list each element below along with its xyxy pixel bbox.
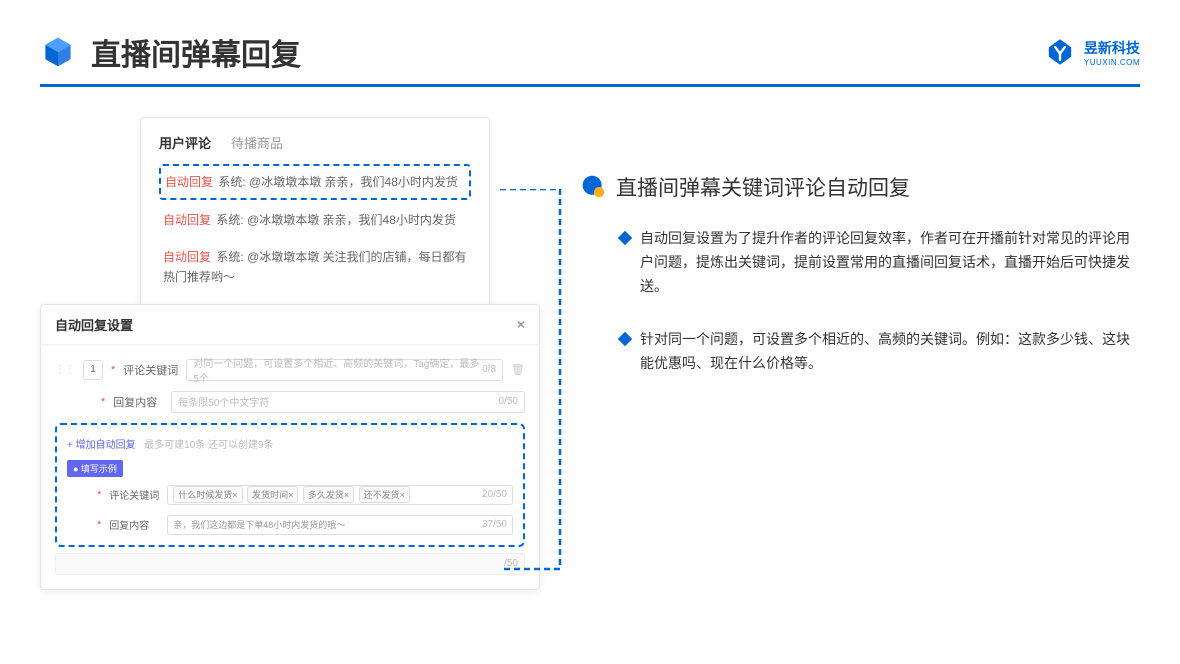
content-label: 回复内容 [113,394,163,410]
required-star: * [101,396,105,408]
drag-handle-icon[interactable]: ⋮⋮ [55,364,75,375]
char-counter: 0/50 [499,396,518,407]
bullet-item: 针对同一个问题，可设置多个相近的、高频的关键词。例如：这款多少钱、这块能优惠吗、… [580,328,1140,376]
page-header: 直播间弹幕回复 昱新科技 YUUXIN.COM [0,0,1180,84]
cube-icon [40,34,76,70]
tag-container: 什么时候发货× 发货时间× 多久发货× 还不发货× [173,486,412,503]
tab-user-comments[interactable]: 用户评论 [159,133,211,152]
example-keyword-row: * 评论关键词 什么时候发货× 发货时间× 多久发货× 还不发货× 20/50 [67,485,513,505]
keyword-tag[interactable]: 发货时间× [247,486,298,503]
diamond-icon [618,231,632,245]
char-counter: /50 [504,558,518,569]
page-title: 直播间弹幕回复 [91,30,301,74]
example-badge: ● 填写示例 [67,460,123,477]
dialog-title: 自动回复设置 [55,315,133,334]
keyword-tag[interactable]: 多久发货× [303,486,354,503]
ex-content-input[interactable]: 亲，我们这边都是下单48小时内发货的哦～ 37/50 [167,515,513,535]
tab-pending-products[interactable]: 待播商品 [231,133,283,152]
comment-text: 系统: @冰墩墩本墩 亲亲，我们48小时内发货 [215,175,458,189]
section-heading: 直播间弹幕关键词评论自动回复 [580,172,1140,202]
add-row: + 增加自动回复 最多可建10条 还可以创建9条 [67,435,513,459]
char-counter: 20/50 [482,489,507,500]
logo-en: YUUXIN.COM [1084,58,1140,67]
required-star: * [111,364,115,376]
dialog-body: ⋮⋮ 1 * 评论关键词 对同一个问题，可设置多个相近、高频的关键词，Tag确定… [41,345,539,589]
bullet-item: 自动回复设置为了提升作者的评论回复效率，作者可在开播前针对常见的评论用户问题，提… [580,227,1140,298]
auto-reply-badge: 自动回复 [163,250,211,264]
logo-icon [1044,36,1076,68]
comment-row-highlighted: 自动回复 系统: @冰墩墩本墩 亲亲，我们48小时内发货 [159,164,471,200]
company-logo: 昱新科技 YUUXIN.COM [1044,36,1140,68]
ex-keyword-label: 评论关键词 [109,487,159,502]
input-placeholder: 每条限50个中文字符 [178,394,269,409]
auto-reply-badge: 自动回复 [163,213,211,227]
close-icon[interactable]: × [517,316,525,332]
delete-icon[interactable]: 🗑 [511,363,525,376]
keyword-tag[interactable]: 还不发货× [359,486,410,503]
section-title: 直播间弹幕关键词评论自动回复 [616,172,910,202]
index-number: 1 [83,360,103,380]
keyword-label: 评论关键词 [123,362,178,378]
ex-content-label: 回复内容 [109,517,159,532]
bullet-text: 自动回复设置为了提升作者的评论回复效率，作者可在开播前针对常见的评论用户问题，提… [640,227,1140,298]
settings-dialog: 自动回复设置 × ⋮⋮ 1 * 评论关键词 对同一个问题，可设置多个相近、高频的… [40,304,540,590]
content-input[interactable]: 每条限50个中文字符 0/50 [171,391,525,413]
diamond-icon [618,332,632,346]
add-auto-reply-link[interactable]: + 增加自动回复 [67,436,136,451]
bullet-text: 针对同一个问题，可设置多个相近的、高频的关键词。例如：这款多少钱、这块能优惠吗、… [640,328,1140,376]
title-group: 直播间弹幕回复 [40,30,301,74]
comment-row: 自动回复 系统: @冰墩墩本墩 亲亲，我们48小时内发货 [159,204,471,236]
extra-slot: /50 [55,553,525,575]
add-hint: 最多可建10条 还可以创建9条 [144,440,273,451]
keyword-row: ⋮⋮ 1 * 评论关键词 对同一个问题，可设置多个相近、高频的关键词，Tag确定… [55,359,525,381]
logo-text: 昱新科技 YUUXIN.COM [1084,38,1140,67]
char-counter: 0/8 [482,364,496,375]
demo-column: 用户评论 待播商品 自动回复 系统: @冰墩墩本墩 亲亲，我们48小时内发货 自… [40,117,540,590]
comment-panel: 用户评论 待播商品 自动回复 系统: @冰墩墩本墩 亲亲，我们48小时内发货 自… [140,117,490,314]
required-star: * [97,519,101,531]
ex-keyword-input[interactable]: 什么时候发货× 发货时间× 多久发货× 还不发货× 20/50 [167,485,513,505]
example-content-row: * 回复内容 亲，我们这边都是下单48小时内发货的哦～ 37/50 [67,515,513,535]
logo-cn: 昱新科技 [1084,38,1140,58]
example-block: + 增加自动回复 最多可建10条 还可以创建9条 ● 填写示例 * 评论关键词 … [55,423,525,547]
comment-tabs: 用户评论 待播商品 [159,133,471,152]
input-placeholder: 对同一个问题，可设置多个相近、高频的关键词，Tag确定，最多5个 [193,355,482,385]
comment-row: 自动回复 系统: @冰墩墩本墩 关注我们的店铺，每日都有热门推荐哟～ [159,241,471,294]
content-row: * 回复内容 每条限50个中文字符 0/50 [55,391,525,413]
description-column: 直播间弹幕关键词评论自动回复 自动回复设置为了提升作者的评论回复效率，作者可在开… [580,117,1140,590]
keyword-input[interactable]: 对同一个问题，可设置多个相近、高频的关键词，Tag确定，最多5个 0/8 [186,359,503,381]
auto-reply-badge: 自动回复 [165,175,213,189]
required-star: * [97,489,101,501]
comment-text: 系统: @冰墩墩本墩 亲亲，我们48小时内发货 [213,213,456,227]
char-counter: 37/50 [482,519,507,530]
dialog-header: 自动回复设置 × [41,305,539,345]
chat-bubble-icon [580,174,606,200]
header-divider [40,84,1140,87]
keyword-tag[interactable]: 什么时候发货× [173,486,242,503]
ex-content-text: 亲，我们这边都是下单48小时内发货的哦～ [173,518,345,531]
